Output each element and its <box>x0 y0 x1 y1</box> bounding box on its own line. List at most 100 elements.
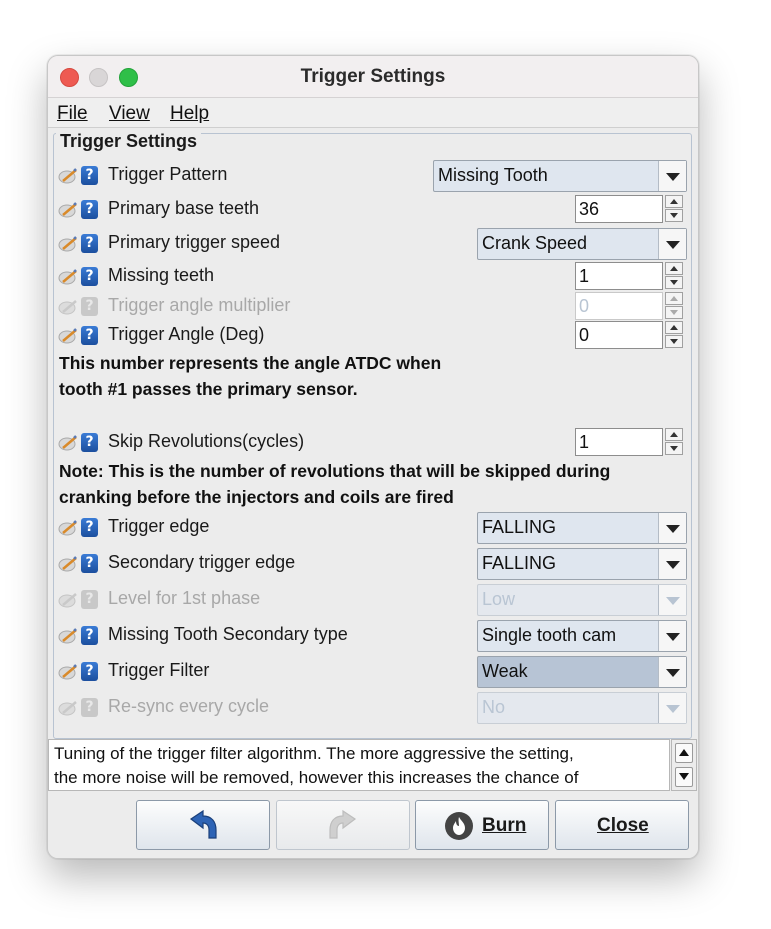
redo-button <box>276 800 410 850</box>
menu-file[interactable]: File <box>57 103 88 125</box>
select-value: Missing Tooth <box>438 165 548 185</box>
edit-icon[interactable] <box>58 556 78 572</box>
close-label: Close <box>597 815 649 837</box>
window-title: Trigger Settings <box>300 66 446 87</box>
row-primary-trigger-speed: ? Primary trigger speed Crank Speed <box>58 228 688 260</box>
edit-icon[interactable] <box>58 664 78 680</box>
spinner-up-icon[interactable] <box>665 428 683 441</box>
select-value: Weak <box>482 661 528 681</box>
menu-help[interactable]: Help <box>170 103 209 125</box>
burn-button[interactable]: Burn <box>415 800 549 850</box>
row-skip-revolutions: ? Skip Revolutions(cycles) 1 <box>58 427 688 457</box>
edit-icon <box>58 701 77 716</box>
spinner-field[interactable]: 0 <box>575 321 663 349</box>
help-icon[interactable]: ? <box>81 662 98 681</box>
help-icon[interactable]: ? <box>81 554 98 573</box>
menu-file-label: File <box>57 103 88 124</box>
help-icon[interactable]: ? <box>81 267 98 286</box>
spinner-field[interactable]: 1 <box>575 428 663 456</box>
spinner-down-icon[interactable] <box>665 335 683 348</box>
spinner-up-icon[interactable] <box>665 195 683 208</box>
skip-note-line-1: Note: This is the number of revolutions … <box>59 461 611 481</box>
help-icon[interactable]: ? <box>81 518 98 537</box>
chevron-down-icon[interactable] <box>658 657 686 687</box>
spinner-down-icon[interactable] <box>665 276 683 289</box>
spinner-field[interactable]: 1 <box>575 262 663 290</box>
row-primary-base-teeth: ? Primary base teeth 36 <box>58 194 688 224</box>
edit-icon[interactable] <box>58 269 78 285</box>
row-trigger-angle-multiplier: ? Trigger angle multiplier 0 <box>58 291 688 321</box>
edit-icon <box>58 593 77 608</box>
button-bar: Burn Close <box>48 794 698 858</box>
spinner-up-icon[interactable] <box>665 262 683 275</box>
trigger-edge-select[interactable]: FALLING <box>477 512 687 544</box>
edit-icon[interactable] <box>58 520 78 536</box>
spinner-field: 0 <box>575 292 663 320</box>
chevron-down-icon[interactable] <box>658 229 686 259</box>
spinner-down-icon[interactable] <box>665 209 683 222</box>
help-icon[interactable]: ? <box>81 166 98 185</box>
edit-icon[interactable] <box>58 628 78 644</box>
scroll-up-icon[interactable] <box>675 743 693 763</box>
menu-view[interactable]: View <box>109 103 150 125</box>
row-icons: ? <box>58 590 102 610</box>
row-icons: ? <box>58 166 102 186</box>
spinner-field[interactable]: 36 <box>575 195 663 223</box>
row-secondary-trigger-edge: ? Secondary trigger edge FALLING <box>58 548 688 580</box>
row-trigger-edge: ? Trigger edge FALLING <box>58 512 688 544</box>
primary-trigger-speed-select[interactable]: Crank Speed <box>477 228 687 260</box>
edit-icon[interactable] <box>58 202 78 218</box>
edit-icon[interactable] <box>58 236 78 252</box>
title-bar: Trigger Settings <box>48 56 698 98</box>
help-icon[interactable]: ? <box>81 234 98 253</box>
chevron-down-icon[interactable] <box>658 161 686 191</box>
flame-icon <box>445 812 473 840</box>
help-icon[interactable]: ? <box>81 326 98 345</box>
trigger-pattern-select[interactable]: Missing Tooth <box>433 160 687 192</box>
select-value: Low <box>482 589 516 609</box>
chevron-down-icon[interactable] <box>658 621 686 651</box>
edit-icon <box>58 300 77 315</box>
field-label: Missing Tooth Secondary type <box>108 624 348 644</box>
spinner-down-icon[interactable] <box>665 442 683 455</box>
row-icons: ? <box>58 200 102 220</box>
trigger-settings-window: Trigger Settings File View Help Trigger … <box>47 55 699 859</box>
trigger-filter-select[interactable]: Weak <box>477 656 687 688</box>
row-icons: ? <box>58 267 102 287</box>
help-icon[interactable]: ? <box>81 200 98 219</box>
skip-note-line-2: cranking before the injectors and coils … <box>59 487 454 507</box>
undo-button[interactable] <box>136 800 270 850</box>
edit-icon[interactable] <box>58 328 78 344</box>
scroll-down-icon[interactable] <box>675 767 693 787</box>
row-icons: ? <box>58 662 102 682</box>
spinner-up-icon <box>665 292 683 305</box>
close-button[interactable]: Close <box>555 800 689 850</box>
field-description: Tuning of the trigger filter algorithm. … <box>48 739 670 791</box>
row-resync-every-cycle: ? Re-sync every cycle No <box>58 692 688 724</box>
secondary-trigger-edge-select[interactable]: FALLING <box>477 548 687 580</box>
field-label: Secondary trigger edge <box>108 552 296 572</box>
edit-icon[interactable] <box>58 168 78 184</box>
panel-legend: Trigger Settings <box>56 131 202 152</box>
chevron-down-icon[interactable] <box>658 513 686 543</box>
spinner-value: 0 <box>579 296 590 316</box>
resync-every-cycle-select: No <box>477 692 687 724</box>
row-trigger-angle: ? Trigger Angle (Deg) 0 <box>58 320 688 350</box>
field-label: Trigger edge <box>108 516 210 536</box>
help-icon: ? <box>81 297 98 316</box>
help-icon[interactable]: ? <box>81 626 98 645</box>
angle-note-line-2: tooth #1 passes the primary sensor. <box>59 379 358 399</box>
spinner-buttons <box>665 262 683 290</box>
spinner-buttons <box>665 321 683 349</box>
chevron-down-icon[interactable] <box>658 549 686 579</box>
select-value: No <box>482 697 506 717</box>
select-value: Crank Speed <box>482 233 588 253</box>
spinner-value: 36 <box>579 199 600 219</box>
description-line-1: Tuning of the trigger filter algorithm. … <box>54 744 574 763</box>
spinner-up-icon[interactable] <box>665 321 683 334</box>
select-value: FALLING <box>482 517 557 537</box>
description-scrollbar[interactable] <box>671 739 697 791</box>
missing-tooth-secondary-type-select[interactable]: Single tooth cam <box>477 620 687 652</box>
edit-icon[interactable] <box>58 435 78 451</box>
help-icon[interactable]: ? <box>81 433 98 452</box>
